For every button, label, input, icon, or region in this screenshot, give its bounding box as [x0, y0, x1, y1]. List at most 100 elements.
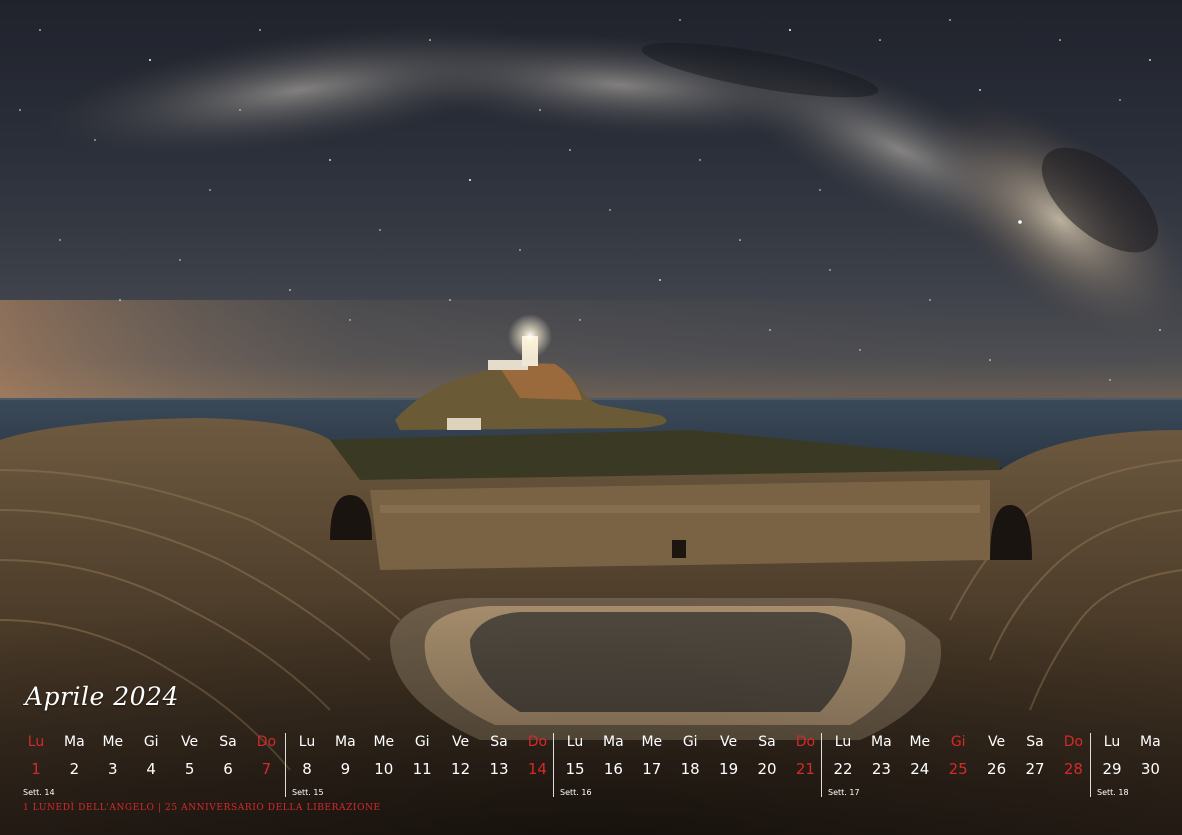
day-number: 29: [1102, 760, 1122, 778]
day-cell: Ma 2: [55, 733, 93, 778]
weekday-name: Do: [795, 734, 816, 750]
weekday-name: Me: [909, 734, 931, 750]
day-number: 30: [1140, 760, 1160, 778]
day-cell: Do 7: [247, 733, 285, 778]
day-cell: Lu 1: [17, 733, 55, 778]
week-column: Lu 15 Ma 16 Me 17 Gi 18 Ve 19 Sa 20 Do 21 Sett. 16: [553, 733, 829, 797]
weekday-name: Sa: [490, 734, 508, 750]
weekday-name: Sa: [758, 734, 776, 750]
day-number: 13: [489, 760, 509, 778]
day-number: 7: [261, 760, 272, 778]
day-cell: Ve 12: [442, 733, 480, 778]
day-number: 4: [146, 760, 156, 778]
week-number-label: Sett. 15: [292, 788, 324, 797]
week-column: Lu 8 Ma 9 Me 10 Gi 11 Ve 12 Sa 13 Do 14 Sett. 15: [285, 733, 561, 797]
day-number: 19: [719, 760, 739, 778]
day-number: 5: [184, 760, 195, 778]
weekday-name: Ve: [452, 734, 470, 750]
day-cell: Ma 30: [1131, 733, 1169, 778]
weekday-name: Ma: [335, 734, 356, 750]
weekday-name: Gi: [950, 734, 966, 750]
day-cell: Do 28: [1054, 733, 1092, 778]
day-number: 27: [1025, 760, 1045, 778]
day-number: 2: [69, 760, 80, 778]
day-cell: Gi 4: [132, 733, 170, 778]
holiday-footnote: 1 Lunedì dell'Angelo | 25 Anniversario d…: [23, 803, 381, 813]
day-number: 8: [302, 760, 312, 778]
weekday-name: Lu: [27, 734, 45, 750]
day-number: 21: [795, 760, 815, 778]
weekday-name: Do: [527, 734, 548, 750]
day-cell: Do 21: [786, 733, 824, 778]
day-number: 15: [565, 760, 585, 778]
day-cell: Ve 26: [978, 733, 1016, 778]
day-cell: Sa 20: [748, 733, 786, 778]
week-column: Lu 29 Ma 30 Sett. 18: [1090, 733, 1174, 797]
weekday-name: Ve: [988, 734, 1006, 750]
day-cell: Sa 27: [1016, 733, 1054, 778]
day-number: 25: [948, 760, 968, 778]
week-column: Lu 22 Ma 23 Me 24 Gi 25 Ve 26 Sa 27 Do 28 Sett. 17: [821, 733, 1097, 797]
weekday-name: Me: [641, 734, 663, 750]
weekday-name: Lu: [1103, 734, 1121, 750]
day-number: 3: [108, 760, 118, 778]
day-cell: Do 14: [518, 733, 556, 778]
day-cell: Sa 6: [209, 733, 247, 778]
day-number: 14: [527, 760, 547, 778]
day-cell: Sa 13: [480, 733, 518, 778]
day-cell: Lu 15: [556, 733, 594, 778]
day-number: 16: [603, 760, 623, 778]
day-cell: Lu 22: [824, 733, 862, 778]
week-number-label: Sett. 18: [1097, 788, 1129, 797]
day-cell: Ve 5: [171, 733, 209, 778]
day-cell: Gi 11: [403, 733, 441, 778]
week-number-label: Sett. 16: [560, 788, 592, 797]
weekday-name: Ma: [603, 734, 624, 750]
weekday-name: Lu: [298, 734, 316, 750]
day-number: 23: [871, 760, 891, 778]
day-cell: Ma 9: [326, 733, 364, 778]
weekday-name: Lu: [834, 734, 852, 750]
weekday-name: Do: [256, 734, 277, 750]
month-title: Aprile 2024: [25, 682, 179, 711]
weekday-name: Ma: [1140, 734, 1161, 750]
weekday-name: Ve: [720, 734, 738, 750]
day-cell: Ma 23: [862, 733, 900, 778]
day-cell: Ve 19: [710, 733, 748, 778]
day-cell: Me 3: [94, 733, 132, 778]
weekday-name: Ma: [64, 734, 85, 750]
week-column: Lu 1 Ma 2 Me 3 Gi 4 Ve 5 Sa 6 Do 7 Sett. 14: [17, 733, 292, 797]
day-cell: Lu 8: [288, 733, 326, 778]
week-number-label: Sett. 17: [828, 788, 860, 797]
day-cell: Gi 25: [939, 733, 977, 778]
day-number: 18: [680, 760, 700, 778]
day-number: 11: [412, 760, 432, 778]
day-cell: Me 17: [633, 733, 671, 778]
calendar-grid: Lu 1 Ma 2 Me 3 Gi 4 Ve 5 Sa 6 Do 7 Sett. 14 Lu 8 Ma 9 Me 10 G…: [17, 733, 1177, 813]
weekday-name: Lu: [566, 734, 584, 750]
day-number: 22: [833, 760, 853, 778]
day-number: 20: [757, 760, 777, 778]
weekday-name: Do: [1063, 734, 1084, 750]
weekday-name: Ve: [181, 734, 199, 750]
day-number: 10: [374, 760, 394, 778]
day-number: 9: [340, 760, 351, 778]
weekday-name: Ma: [871, 734, 892, 750]
week-number-label: Sett. 14: [23, 788, 55, 797]
day-cell: Me 24: [901, 733, 939, 778]
day-cell: Gi 18: [671, 733, 709, 778]
day-number: 17: [642, 760, 662, 778]
day-number: 24: [910, 760, 930, 778]
weekday-name: Me: [102, 734, 124, 750]
weekday-name: Gi: [682, 734, 698, 750]
day-number: 6: [223, 760, 233, 778]
day-number: 12: [451, 760, 471, 778]
day-cell: Lu 29: [1093, 733, 1131, 778]
weekday-name: Gi: [143, 734, 159, 750]
day-number: 1: [31, 760, 41, 778]
day-cell: Me 10: [365, 733, 403, 778]
weekday-name: Sa: [1026, 734, 1044, 750]
day-number: 28: [1063, 760, 1083, 778]
day-cell: Ma 16: [594, 733, 632, 778]
day-number: 26: [987, 760, 1007, 778]
